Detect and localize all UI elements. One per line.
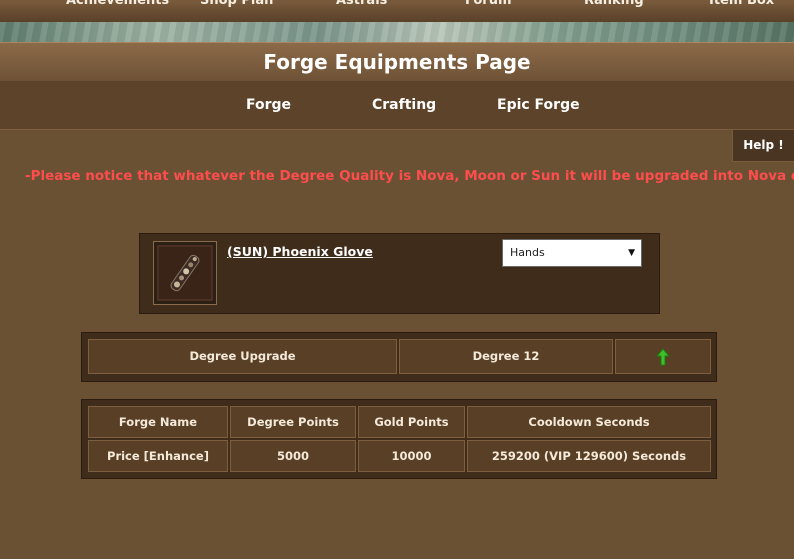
header-forge-name: Forge Name (88, 406, 228, 438)
green-up-arrow-icon[interactable] (656, 347, 670, 366)
nav-ranking[interactable]: Ranking (584, 0, 644, 8)
tab-epic-forge[interactable]: Epic Forge (497, 81, 580, 129)
cell-cooldown-seconds: 259200 (VIP 129600) Seconds (467, 440, 711, 472)
tab-crafting[interactable]: Crafting (372, 81, 436, 129)
header-gold-points: Gold Points (358, 406, 465, 438)
nav-forum[interactable]: Forum (465, 0, 512, 8)
tab-forge[interactable]: Forge (246, 81, 291, 129)
slot-select-value: Hands (510, 246, 545, 259)
cell-gold-points: 10000 (358, 440, 465, 472)
chevron-down-icon: ▼ (628, 248, 635, 258)
forge-tabs: Forge Crafting Epic Forge (0, 81, 794, 130)
header-degree-points: Degree Points (230, 406, 356, 438)
nav-achievements[interactable]: Achievements (66, 0, 169, 8)
help-button[interactable]: Help ! (732, 129, 794, 162)
page-title: Forge Equipments Page (263, 50, 531, 74)
selected-item-panel: (SUN) Phoenix Glove Hands ▼ (137, 231, 662, 316)
cell-degree-points: 5000 (230, 440, 356, 472)
cell-forge-name: Price [Enhance] (88, 440, 228, 472)
forge-cost-table: Forge Name Degree Points Gold Points Coo… (79, 397, 719, 481)
quality-notice: -Please notice that whatever the Degree … (25, 168, 794, 184)
nav-item-box[interactable]: Item Box (709, 0, 774, 8)
nav-astrals[interactable]: Astrals (336, 0, 387, 8)
degree-value: Degree 12 (399, 339, 613, 374)
degree-upgrade-panel: Degree Upgrade Degree 12 (79, 330, 719, 384)
upgrade-button[interactable] (615, 339, 711, 374)
degree-upgrade-label: Degree Upgrade (88, 339, 397, 374)
top-nav-bar: Achievements Shop Plan Astrals Forum Ran… (0, 0, 794, 23)
banner-strip (0, 22, 794, 42)
header-cooldown-seconds: Cooldown Seconds (467, 406, 711, 438)
equipment-slot-select[interactable]: Hands ▼ (502, 239, 642, 267)
nav-shop-plan[interactable]: Shop Plan (200, 0, 273, 8)
item-name-link[interactable]: (SUN) Phoenix Glove (227, 244, 373, 259)
title-bar: Forge Equipments Page (0, 42, 794, 82)
glove-item-icon[interactable] (153, 241, 217, 305)
